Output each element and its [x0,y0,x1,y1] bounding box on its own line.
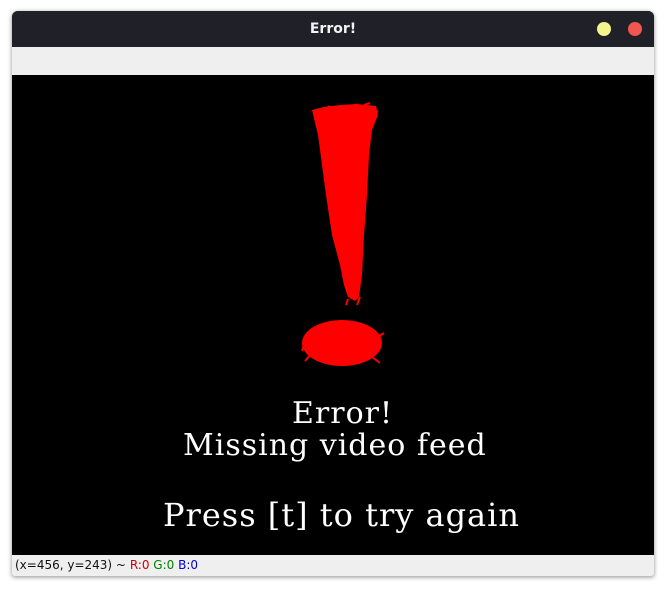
error-window: Error! Error! Missing video feed Press [… [12,11,654,576]
minimize-button[interactable] [597,22,611,36]
exclamation-dot [302,320,382,366]
image-canvas[interactable]: Error! Missing video feed Press [t] to t… [12,75,654,555]
retry-instruction: Press [t] to try again [163,496,520,534]
green-value: G:0 [153,558,175,572]
exclamation-bar [312,104,378,301]
title-bar[interactable]: Error! [12,11,654,47]
close-button[interactable] [628,22,642,36]
error-message: Missing video feed [183,428,487,463]
red-value: R:0 [129,558,150,572]
cursor-coordinates: (x=456, y=243) ~ [15,558,126,572]
blue-value: B:0 [178,558,199,572]
window-title: Error! [309,21,357,37]
exclamation-icon [301,102,385,366]
toolbar [12,47,654,75]
error-heading: Error! [292,396,394,431]
status-bar: (x=456, y=243) ~ R:0 G:0 B:0 [12,555,654,576]
